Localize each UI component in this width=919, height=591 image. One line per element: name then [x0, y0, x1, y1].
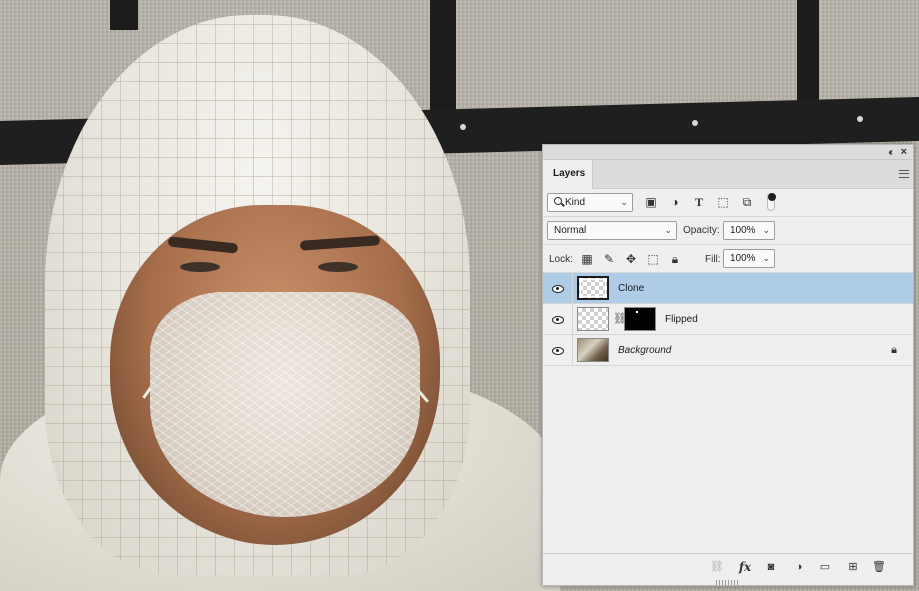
adjustment-filter-icon[interactable]: ◑: [667, 194, 683, 210]
blend-mode-select[interactable]: Normal ⌄: [547, 221, 677, 240]
lock-all-icon[interactable]: 🔒︎: [667, 251, 683, 267]
fx-icon[interactable]: fx: [737, 559, 753, 575]
link-layers-icon[interactable]: ⛓︎: [709, 559, 725, 575]
lock-label: Lock:: [549, 254, 573, 265]
mask-link-icon[interactable]: ⛓︎: [613, 312, 627, 326]
resize-grip[interactable]: [716, 580, 738, 585]
chevron-down-icon: ⌄: [620, 197, 628, 207]
opacity-field[interactable]: 100% ⌄: [723, 221, 775, 240]
filter-row: Kind ⌄ ▣ ◑ T ⬚ ⧉: [543, 189, 913, 217]
new-group-icon[interactable]: ▭: [817, 559, 833, 575]
eye-icon: [552, 316, 564, 324]
layer-thumbnail[interactable]: [577, 338, 609, 362]
layer-name[interactable]: Clone: [618, 283, 644, 294]
eye-icon: [552, 285, 564, 293]
layer-name[interactable]: Background: [618, 345, 671, 356]
lock-image-pixels-icon[interactable]: ✎: [601, 251, 617, 267]
layers-panel: ‹‹ × Layers Kind ⌄ ▣ ◑ T ⬚ ⧉ Normal ⌄ Op…: [542, 144, 914, 586]
layer-mask-thumbnail[interactable]: [624, 307, 656, 331]
image-filter-icon[interactable]: ▣: [643, 194, 659, 210]
filter-toggle-switch[interactable]: [767, 193, 776, 211]
opacity-label: Opacity:: [683, 225, 720, 236]
smart-object-filter-icon[interactable]: ⧉: [739, 194, 755, 210]
collapse-panel-icon[interactable]: ‹‹: [888, 147, 892, 158]
chevron-down-icon: ⌄: [762, 253, 770, 263]
new-adjustment-layer-icon[interactable]: ◑: [791, 559, 807, 575]
close-icon[interactable]: ×: [901, 146, 907, 158]
blend-row: Normal ⌄ Opacity: 100% ⌄: [543, 217, 913, 245]
visibility-toggle[interactable]: [543, 335, 573, 366]
layer-name[interactable]: Flipped: [665, 314, 698, 325]
fill-field[interactable]: 100% ⌄: [723, 249, 775, 268]
lock-transparent-pixels-icon[interactable]: ▦: [579, 251, 595, 267]
layers-bottom-toolbar: ⛓︎ fx ◙ ◑ ▭ ⊞ 🗑︎: [543, 553, 913, 579]
search-icon: [554, 197, 562, 205]
panel-titlebar[interactable]: ‹‹ ×: [543, 145, 913, 160]
eye-icon: [552, 347, 564, 355]
layer-row-background[interactable]: Background 🔒︎: [543, 335, 913, 366]
panel-menu-icon[interactable]: [899, 170, 909, 178]
filter-kind-select[interactable]: Kind ⌄: [547, 193, 633, 212]
layer-row-clone[interactable]: Clone: [543, 273, 913, 304]
blend-mode-value: Normal: [554, 225, 587, 236]
panel-tab-row: Layers: [543, 160, 913, 189]
tab-layers[interactable]: Layers: [543, 160, 593, 189]
lock-position-icon[interactable]: ✥: [623, 251, 639, 267]
lock-artboard-icon[interactable]: ⬚: [645, 251, 661, 267]
opacity-value: 100%: [730, 225, 756, 236]
layer-thumbnail[interactable]: [577, 276, 609, 300]
chevron-down-icon: ⌄: [762, 225, 770, 235]
fill-value: 100%: [730, 253, 756, 264]
shape-filter-icon[interactable]: ⬚: [715, 194, 731, 210]
visibility-toggle[interactable]: [543, 273, 573, 304]
new-layer-icon[interactable]: ⊞: [845, 559, 861, 575]
layer-row-flipped[interactable]: ⛓︎ Flipped: [543, 304, 913, 335]
visibility-toggle[interactable]: [543, 304, 573, 335]
filter-kind-label: Kind: [565, 197, 586, 208]
fill-label: Fill:: [705, 254, 721, 265]
layer-thumbnail[interactable]: [577, 307, 609, 331]
delete-layer-icon[interactable]: 🗑︎: [871, 559, 887, 575]
type-filter-icon[interactable]: T: [691, 194, 707, 210]
add-mask-icon[interactable]: ◙: [763, 559, 779, 575]
lock-row: Lock: ▦ ✎ ✥ ⬚ 🔒︎ Fill: 100% ⌄: [543, 245, 913, 273]
chevron-down-icon: ⌄: [664, 225, 672, 235]
layer-lock-icon[interactable]: 🔒︎: [891, 344, 897, 357]
layers-list: Clone ⛓︎ Flipped Background 🔒︎: [543, 273, 913, 561]
